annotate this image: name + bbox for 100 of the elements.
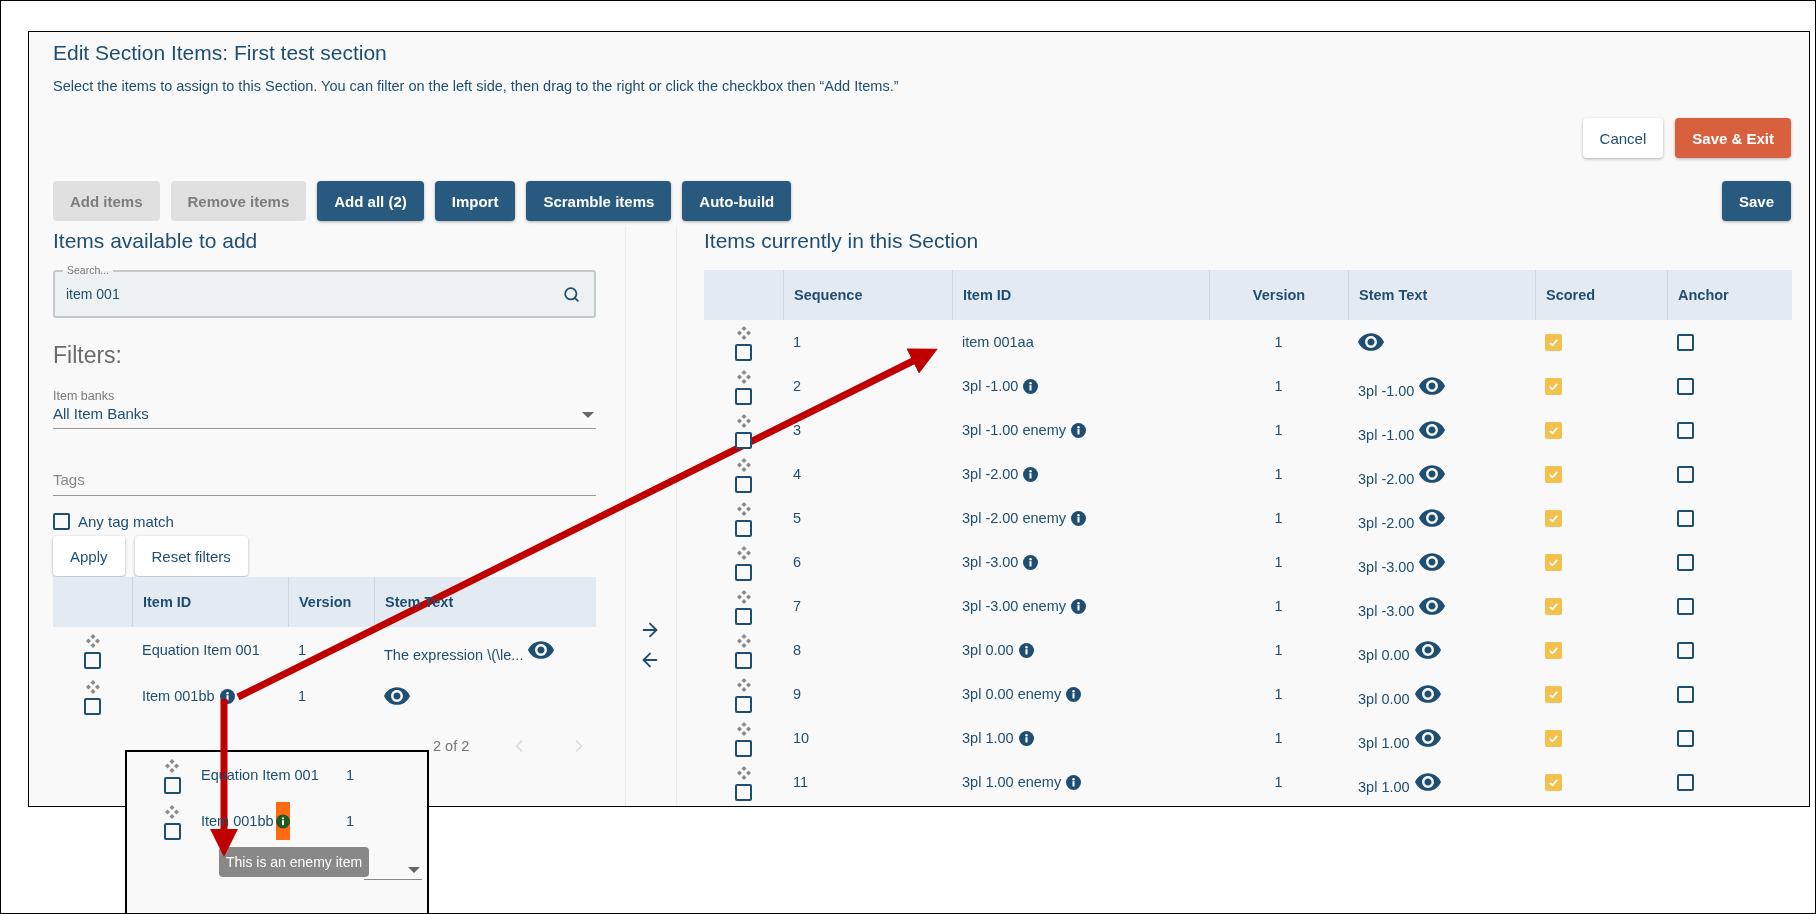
toolbar-button[interactable]: Import [434,181,516,221]
checkbox[interactable] [84,651,101,669]
info-icon[interactable] [1066,774,1082,790]
search-input[interactable]: item 001 [66,286,563,302]
drag-handle-icon[interactable] [736,545,751,560]
table-cell: 11 [793,774,809,790]
checkbox[interactable] [735,387,752,405]
save-exit-button[interactable]: Save & Exit [1675,118,1791,158]
cancel-button[interactable]: Cancel [1582,118,1664,158]
eye-icon[interactable] [1414,685,1441,703]
eye-icon[interactable] [1414,729,1441,747]
table-cell: 3 [793,422,802,438]
checkbox[interactable] [1677,729,1694,747]
tags-field[interactable]: Tags [53,463,596,496]
toolbar-button[interactable]: Add all (2) [317,181,424,221]
drag-handle-icon[interactable] [736,457,751,472]
eye-icon[interactable] [384,687,410,705]
checkbox[interactable] [1677,377,1694,395]
panel-heading: Items available to add [53,228,258,254]
table-cell: Item 001bb [142,688,215,704]
table-cell: 7 [793,598,802,614]
table-cell: 3pl -2.00 [1358,515,1415,531]
info-icon[interactable] [1023,378,1039,394]
toolbar-button[interactable]: Scramble items [526,181,672,221]
table-cell: 1 [346,813,355,829]
checkbox[interactable] [84,697,101,715]
info-icon[interactable] [219,688,235,704]
checkbox[interactable] [1677,553,1694,571]
check-icon [1548,688,1559,700]
drag-handle-icon[interactable] [736,677,751,692]
item-banks-select[interactable]: Item banks All Item Banks [53,388,596,429]
checkbox[interactable] [1677,465,1694,483]
drag-handle-icon[interactable] [736,633,751,648]
info-icon[interactable] [1018,642,1034,658]
info-icon[interactable] [1071,510,1086,526]
drag-handle-icon[interactable] [165,758,179,773]
check-icon [1548,600,1559,612]
apply-button[interactable]: Apply [53,536,125,576]
caret-icon [582,412,594,418]
check-icon [1548,336,1559,348]
checkbox[interactable] [735,695,752,713]
eye-icon[interactable] [1419,553,1446,571]
table-cell: 3pl -1.00 [962,378,1019,394]
checkbox[interactable] [735,783,752,801]
info-icon[interactable] [1066,686,1082,702]
drag-handle-icon[interactable] [736,589,751,604]
info-icon[interactable] [1018,730,1034,746]
drag-handle-icon[interactable] [736,721,751,736]
drag-handle-icon[interactable] [85,679,100,694]
eye-icon[interactable] [1419,509,1446,527]
checkbox[interactable] [735,739,752,757]
info-icon[interactable] [275,813,290,829]
drag-handle-icon[interactable] [165,804,179,819]
checkbox[interactable] [735,343,752,361]
toolbar-button[interactable]: Auto-build [682,181,792,221]
info-icon[interactable] [1023,466,1039,482]
drag-handle-icon[interactable] [736,369,751,384]
info-icon[interactable] [1071,598,1086,614]
checkbox[interactable] [53,513,70,530]
checkbox[interactable] [1677,333,1694,351]
eye-icon[interactable] [1414,641,1441,659]
eye-icon[interactable] [1414,773,1441,791]
info-icon[interactable] [1071,422,1086,438]
checkbox[interactable] [1677,421,1694,439]
drag-handle-icon[interactable] [736,501,751,516]
drag-handle-icon[interactable] [736,413,751,428]
drag-handle-icon[interactable] [736,325,751,340]
checkbox[interactable] [1677,597,1694,615]
checkbox[interactable] [1677,509,1694,527]
checkbox[interactable] [735,475,752,493]
table-cell: 3pl 1.00 enemy [962,774,1062,790]
checkbox[interactable] [1677,773,1694,791]
checkbox[interactable] [163,776,181,794]
checkbox[interactable] [1677,641,1694,659]
checkbox[interactable] [735,431,752,449]
checkbox[interactable] [735,563,752,581]
table-cell: 3pl -3.00 [1358,603,1415,619]
table-cell: 8 [793,642,802,658]
checkbox[interactable] [735,607,752,625]
eye-icon[interactable] [1419,465,1446,483]
search-icon[interactable] [563,285,580,303]
column-header: Stem Text [1359,287,1428,303]
drag-handle-icon[interactable] [85,633,100,648]
table-cell: 1 [1274,466,1283,482]
eye-icon[interactable] [528,641,555,659]
eye-icon[interactable] [1358,333,1384,351]
eye-icon[interactable] [1419,597,1446,615]
reset-filters-button[interactable]: Reset filters [134,536,248,576]
info-icon[interactable] [1023,554,1039,570]
checkbox[interactable] [1677,685,1694,703]
checkbox[interactable] [163,822,181,840]
drag-handle-icon[interactable] [736,765,751,780]
save-button[interactable]: Save [1721,181,1791,221]
checkbox[interactable] [735,651,752,669]
checkbox[interactable] [735,519,752,537]
check-icon [1548,644,1559,656]
eye-icon[interactable] [1419,377,1446,395]
table-cell: 3pl 0.00 [962,642,1014,658]
eye-icon[interactable] [1419,421,1446,439]
column-header: Item ID [143,594,192,610]
